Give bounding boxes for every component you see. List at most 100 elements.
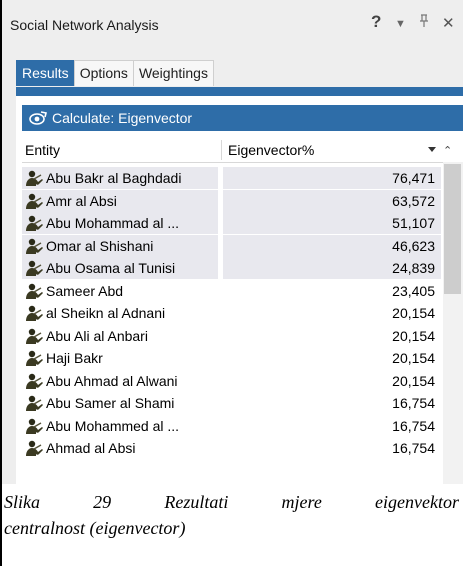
column-separator <box>221 140 222 160</box>
table-row[interactable]: Abu Mohammad al ... 51,107 <box>22 212 443 235</box>
eigenvector-cell[interactable]: 20,154 <box>223 302 441 324</box>
tab-underline <box>16 87 463 96</box>
caption-word: Slika <box>4 492 40 512</box>
eigenvector-cell[interactable]: 46,623 <box>223 234 441 257</box>
person-icon <box>25 372 43 390</box>
eigenvector-value: 23,405 <box>392 282 435 299</box>
eigenvector-value: 51,107 <box>392 215 435 231</box>
person-icon <box>25 327 43 345</box>
table-row[interactable]: Abu Mohammed al ... 16,754 <box>22 415 443 438</box>
entity-name: Amr al Absi <box>46 192 117 209</box>
calculate-button[interactable]: Calculate: Eigenvector <box>22 105 463 131</box>
entity-cell[interactable]: Abu Ali al Anbari <box>22 325 218 347</box>
caption-word: mjere <box>281 492 322 512</box>
tab-results[interactable]: Results <box>16 60 75 86</box>
table-row[interactable]: Ahmad al Absi 16,754 <box>22 437 443 460</box>
tab-options[interactable]: Options <box>73 60 134 86</box>
entity-cell[interactable]: Abu Mohammad al ... <box>22 212 218 234</box>
eigenvector-value: 20,154 <box>392 372 435 389</box>
entity-name: Abu Ali al Anbari <box>46 327 148 344</box>
eigenvector-cell[interactable]: 51,107 <box>223 212 441 234</box>
close-icon[interactable]: ✕ <box>442 14 455 32</box>
caption-word: Rezultati <box>164 492 229 512</box>
table-row[interactable]: Amr al Absi 63,572 <box>22 189 443 213</box>
caption-line-1: Slika 29 Rezultati mjere eigenvektor <box>4 489 459 515</box>
eigenvector-value: 20,154 <box>392 327 435 344</box>
caption-word: 29 <box>93 492 112 512</box>
pin-icon[interactable] <box>418 14 430 32</box>
person-icon <box>25 192 43 210</box>
entity-cell[interactable]: Amr al Absi <box>22 189 218 212</box>
entity-name: Abu Samer al Shami <box>46 395 175 411</box>
entity-name: Ahmad al Absi <box>46 440 136 456</box>
eigenvector-cell[interactable]: 20,154 <box>223 370 441 392</box>
eigenvector-cell[interactable]: 16,754 <box>223 415 441 437</box>
person-icon <box>25 394 43 412</box>
entity-name: Abu Osama al Tunisi <box>46 260 176 276</box>
entity-cell[interactable]: Abu Bakr al Baghdadi <box>22 167 218 189</box>
table-row[interactable]: Abu Ali al Anbari 20,154 <box>22 325 443 348</box>
eigenvector-cell[interactable]: 20,154 <box>223 347 441 369</box>
figure-caption: Slika 29 Rezultati mjere eigenvektor cen… <box>4 489 463 541</box>
eigenvector-value: 16,754 <box>392 417 435 434</box>
entity-name: Abu Mohammad al ... <box>46 215 180 231</box>
person-icon <box>25 259 43 277</box>
column-header-eigenvector[interactable]: Eigenvector% <box>228 138 314 162</box>
entity-cell[interactable]: Abu Mohammed al ... <box>22 415 218 437</box>
eigenvector-cell[interactable]: 24,839 <box>223 257 441 279</box>
eigenvector-cell[interactable]: 16,754 <box>223 392 441 414</box>
scroll-up-icon[interactable]: ⌃ <box>443 144 452 157</box>
vertical-scrollbar[interactable] <box>443 162 463 484</box>
table-row[interactable]: Abu Bakr al Baghdadi 76,471 <box>22 167 443 190</box>
entity-cell[interactable]: Abu Samer al Shami <box>22 392 218 414</box>
entity-cell[interactable]: Ahmad al Absi <box>22 437 218 459</box>
person-icon <box>25 169 43 187</box>
caption-line-2: centralnost (eigenvector) <box>4 518 186 538</box>
eye-tag-icon <box>29 111 47 125</box>
person-icon <box>25 214 43 232</box>
eigenvector-cell[interactable]: 23,405 <box>223 280 441 302</box>
column-header-entity[interactable]: Entity <box>25 138 60 162</box>
table-row[interactable]: Sameer Abd 23,405 <box>22 280 443 303</box>
entity-cell[interactable]: Sameer Abd <box>22 280 218 302</box>
person-icon <box>25 349 43 367</box>
entity-name: Abu Ahmad al Alwani <box>46 372 178 389</box>
entity-name: al Sheikn al Adnani <box>46 305 166 321</box>
eigenvector-cell[interactable]: 63,572 <box>223 189 441 212</box>
entity-cell[interactable]: Omar al Shishani <box>22 234 218 257</box>
sort-descending-icon[interactable] <box>428 147 436 152</box>
eigenvector-value: 24,839 <box>392 260 435 276</box>
calculate-label: Calculate: Eigenvector <box>52 110 193 126</box>
eigenvector-value: 16,754 <box>392 395 435 411</box>
table-row[interactable]: Haji Bakr 20,154 <box>22 347 443 370</box>
entity-cell[interactable]: Abu Ahmad al Alwani <box>22 370 218 392</box>
table-row[interactable]: Abu Osama al Tunisi 24,839 <box>22 257 443 280</box>
person-icon <box>25 304 43 322</box>
person-icon <box>25 439 43 457</box>
person-icon <box>25 237 43 255</box>
table-row[interactable]: Omar al Shishani 46,623 <box>22 234 443 258</box>
entity-name: Omar al Shishani <box>46 237 154 254</box>
scrollbar-thumb[interactable] <box>444 164 461 294</box>
tab-weightings[interactable]: Weightings <box>132 60 214 86</box>
table-row[interactable]: Abu Ahmad al Alwani 20,154 <box>22 370 443 393</box>
panel-tabs: Results Options Weightings <box>16 60 214 87</box>
dropdown-menu-icon[interactable]: ▼ <box>395 18 406 30</box>
eigenvector-cell[interactable]: 16,754 <box>223 437 441 459</box>
eigenvector-cell[interactable]: 20,154 <box>223 325 441 347</box>
grid-header: Entity Eigenvector% ⌃ <box>22 138 463 163</box>
entity-cell[interactable]: Abu Osama al Tunisi <box>22 257 218 279</box>
entity-name: Sameer Abd <box>46 282 124 299</box>
results-rows: Abu Bakr al Baghdadi 76,471 Amr al Absi 63,… <box>22 167 443 484</box>
help-icon[interactable]: ? <box>371 12 381 32</box>
entity-cell[interactable]: al Sheikn al Adnani <box>22 302 218 324</box>
table-row[interactable]: Abu Samer al Shami 16,754 <box>22 392 443 415</box>
panel-title: Social Network Analysis <box>10 17 159 33</box>
eigenvector-value: 46,623 <box>392 237 435 254</box>
entity-cell[interactable]: Haji Bakr <box>22 347 218 369</box>
panel-titlebar: Social Network Analysis ? ▼ ✕ <box>2 0 463 46</box>
table-row[interactable]: al Sheikn al Adnani 20,154 <box>22 302 443 325</box>
eigenvector-value: 20,154 <box>392 350 435 366</box>
eigenvector-value: 76,471 <box>392 170 435 186</box>
eigenvector-cell[interactable]: 76,471 <box>223 167 441 189</box>
